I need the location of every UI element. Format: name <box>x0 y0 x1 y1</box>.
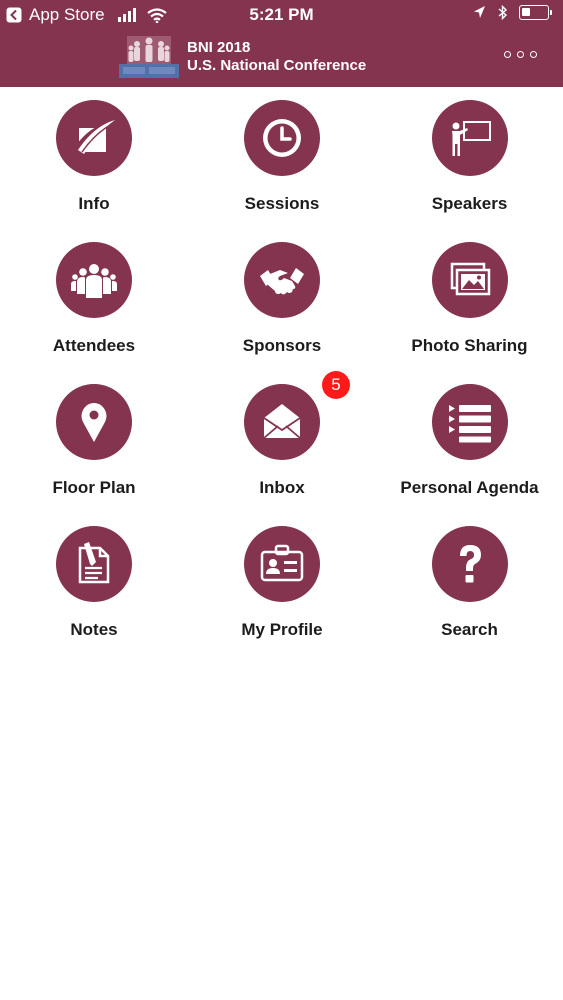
status-bar: App Store 5:21 PM <box>0 0 563 30</box>
battery-icon <box>519 5 552 20</box>
menu-item-label: Floor Plan <box>52 478 136 497</box>
menu-item-speakers[interactable]: Speakers <box>376 100 563 242</box>
envelope-icon <box>244 384 320 460</box>
conference-title-line1: BNI 2018 <box>187 39 251 56</box>
conference-title-line2: U.S. National Conference <box>187 57 367 74</box>
more-dot-icon <box>504 51 511 58</box>
conference-title: BNI 2018 U.S. National Conference <box>187 39 366 75</box>
question-icon <box>431 526 508 602</box>
menu-item-search[interactable]: Search <box>376 526 563 668</box>
id-card-icon <box>244 526 320 602</box>
people-icon <box>56 242 132 318</box>
menu-item-label: Sponsors <box>242 336 322 355</box>
photos-icon <box>431 242 508 318</box>
status-right <box>473 5 552 20</box>
menu-item-photo-sharing[interactable]: Photo Sharing <box>376 242 563 384</box>
clock-icon <box>244 100 320 176</box>
handshake-icon <box>244 242 320 318</box>
menu-item-sponsors[interactable]: Sponsors <box>188 242 376 384</box>
menu-item-label: My Profile <box>241 620 323 639</box>
menu-item-my-profile[interactable]: My Profile <box>188 526 376 668</box>
menu-item-label: Notes <box>70 620 118 639</box>
bluetooth-icon <box>498 5 508 20</box>
menu-item-label: Attendees <box>52 336 136 355</box>
info-icon <box>56 100 132 176</box>
more-dot-icon <box>517 51 524 58</box>
menu-item-inbox[interactable]: 5 Inbox <box>188 371 376 526</box>
location-arrow-icon <box>474 6 485 18</box>
presenter-icon <box>431 100 508 176</box>
menu-item-info[interactable]: Info <box>0 100 188 242</box>
menu-item-label: Sessions <box>244 194 320 213</box>
menu-item-notes[interactable]: Notes <box>0 526 188 668</box>
app-header: BNI 2018 U.S. National Conference <box>0 30 563 87</box>
menu-item-label: Inbox <box>259 478 305 497</box>
menu-item-label: Search <box>441 620 498 639</box>
more-dot-icon <box>530 51 537 58</box>
menu-item-label: Photo Sharing <box>411 336 528 355</box>
menu-grid: Info Sessions Speakers Attendees Sponsor… <box>0 100 563 668</box>
menu-item-floor-plan[interactable]: Floor Plan <box>0 384 188 526</box>
bni-logo-icon <box>119 36 179 78</box>
more-options-button[interactable] <box>504 51 537 58</box>
menu-item-attendees[interactable]: Attendees <box>0 242 188 384</box>
menu-item-personal-agenda[interactable]: Personal Agenda <box>376 384 563 526</box>
menu-item-sessions[interactable]: Sessions <box>188 100 376 242</box>
list-icon <box>431 384 508 460</box>
map-pin-icon <box>56 384 132 460</box>
notes-icon <box>56 526 132 602</box>
menu-item-label: Personal Agenda <box>400 478 539 497</box>
menu-item-label: Speakers <box>431 194 508 213</box>
inbox-unread-badge: 5 <box>322 371 350 399</box>
menu-item-label: Info <box>78 194 110 213</box>
